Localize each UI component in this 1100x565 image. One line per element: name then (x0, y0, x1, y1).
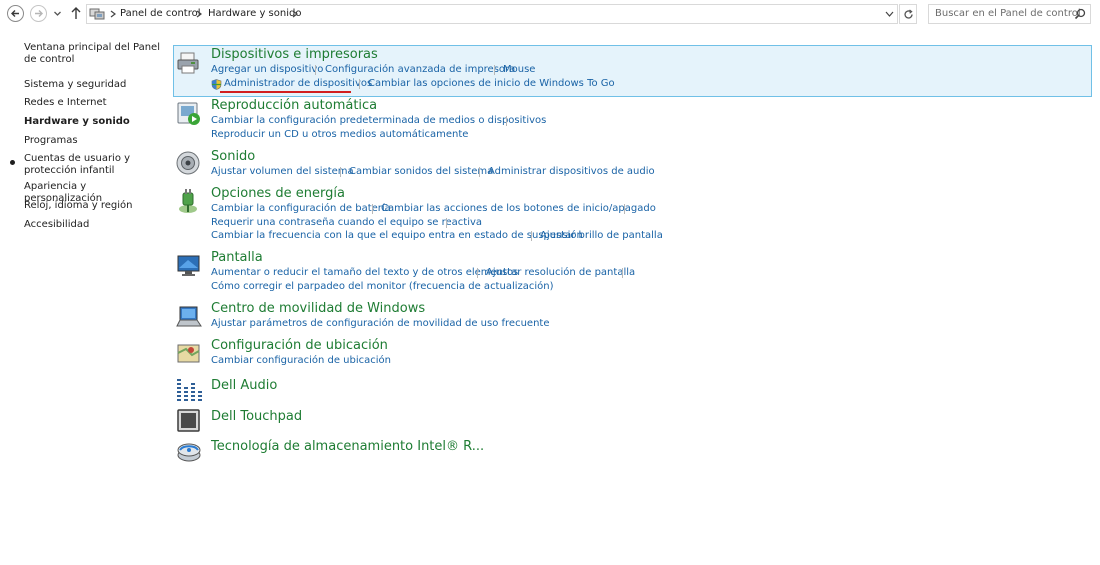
forward-arrow-icon (35, 10, 43, 17)
link-location-settings[interactable]: Cambiar configuración de ubicación (211, 355, 391, 366)
link-separator (340, 167, 341, 177)
link-monitor-flicker[interactable]: Cómo corregir el parpadeo del monitor (f… (211, 281, 554, 292)
back-arrow-icon (11, 10, 19, 17)
link-play-cd-auto[interactable]: Reproducir un CD u otros medios automáti… (211, 129, 468, 140)
address-toolbar: Panel de control Hardware y sonido Busca… (0, 0, 1100, 28)
category-title-location[interactable]: Configuración de ubicación (211, 338, 388, 353)
search-icon[interactable] (1074, 8, 1086, 20)
link-add-device[interactable]: Agregar un dispositivo (211, 64, 323, 75)
sidebar-item-user-accounts[interactable]: Cuentas de usuario y protección infantil (24, 153, 164, 177)
link-change-default-media[interactable]: Cambiar la configuración predeterminada … (211, 115, 546, 126)
link-change-system-sounds[interactable]: Cambiar sonidos del sistema (349, 166, 493, 177)
touchpad-icon[interactable] (176, 408, 202, 434)
audio-bars-icon[interactable] (176, 377, 202, 403)
link-separator (494, 65, 495, 75)
category-title-mobility[interactable]: Centro de movilidad de Windows (211, 301, 425, 316)
link-separator (446, 218, 447, 228)
link-separator (372, 204, 373, 214)
category-title-sound[interactable]: Sonido (211, 149, 255, 164)
refresh-button[interactable] (899, 4, 917, 24)
address-bar[interactable]: Panel de control Hardware y sonido (86, 4, 898, 24)
autoplay-icon[interactable] (176, 101, 202, 127)
link-device-manager[interactable]: Administrador de dispositivos (224, 78, 372, 89)
link-sleep-frequency[interactable]: Cambiar la frecuencia con la que el equi… (211, 230, 583, 241)
sidebar-item-network[interactable]: Redes e Internet (24, 97, 164, 109)
link-mobility-settings[interactable]: Ajustar parámetros de configuración de m… (211, 318, 549, 329)
mobility-laptop-icon[interactable] (176, 304, 202, 330)
link-separator (622, 268, 623, 278)
location-icon[interactable] (176, 341, 202, 367)
link-mouse[interactable]: Mouse (503, 64, 535, 75)
link-screen-resolution[interactable]: Ajustar resolución de pantalla (486, 267, 635, 278)
monitor-icon[interactable] (176, 253, 202, 279)
power-plug-icon[interactable] (176, 189, 202, 215)
sidebar-item-system-security[interactable]: Sistema y seguridad (24, 79, 164, 91)
search-input[interactable]: Buscar en el Panel de control (928, 4, 1091, 24)
category-title-dell-audio[interactable]: Dell Audio (211, 378, 277, 393)
category-title-display[interactable]: Pantalla (211, 250, 263, 265)
link-require-password[interactable]: Requerir una contraseña cuando el equipo… (211, 217, 482, 228)
link-screen-brightness[interactable]: Ajustar brillo de pantalla (540, 230, 663, 241)
link-separator (531, 231, 532, 241)
category-title-power[interactable]: Opciones de energía (211, 186, 345, 201)
uac-shield-icon (211, 79, 222, 90)
link-separator (477, 268, 478, 278)
link-separator (624, 204, 625, 214)
back-button[interactable] (7, 5, 24, 22)
search-placeholder: Buscar en el Panel de control (935, 8, 1081, 19)
address-dropdown-icon[interactable] (885, 10, 894, 18)
intel-storage-icon[interactable] (176, 439, 202, 465)
link-separator (359, 79, 360, 89)
forward-button[interactable] (30, 5, 47, 22)
current-section-bullet (10, 160, 15, 165)
refresh-icon (903, 9, 913, 19)
breadcrumb-hardware-sound[interactable]: Hardware y sonido (208, 8, 301, 19)
category-title-intel-storage[interactable]: Tecnología de almacenamiento Intel® R... (211, 439, 484, 454)
link-text-size[interactable]: Aumentar o reducir el tamaño del texto y… (211, 267, 518, 278)
breadcrumb-separator-icon[interactable] (291, 9, 299, 19)
control-panel-icon (89, 8, 105, 20)
up-arrow-icon[interactable] (70, 6, 82, 20)
link-separator (506, 116, 507, 126)
sidebar-item-hardware-sound[interactable]: Hardware y sonido (24, 116, 164, 128)
annotation-underline (220, 91, 351, 93)
link-separator (479, 167, 480, 177)
link-windows-to-go[interactable]: Cambiar las opciones de inicio de Window… (368, 78, 615, 89)
printer-icon[interactable] (176, 50, 202, 76)
recent-locations-chevron-icon[interactable] (53, 9, 62, 18)
category-title-devices[interactable]: Dispositivos e impresoras (211, 47, 378, 62)
sidebar-item-accessibility[interactable]: Accesibilidad (24, 219, 164, 231)
link-power-buttons[interactable]: Cambiar las acciones de los botones de i… (381, 203, 656, 214)
category-title-dell-touchpad[interactable]: Dell Touchpad (211, 409, 302, 424)
speaker-icon[interactable] (176, 150, 202, 176)
category-title-autoplay[interactable]: Reproducción automática (211, 98, 377, 113)
sidebar-item-clock-language[interactable]: Reloj, idioma y región (24, 200, 164, 212)
sidebar-item-programs[interactable]: Programas (24, 135, 164, 147)
sidebar-item-home[interactable]: Ventana principal del Panel de control (24, 42, 164, 66)
link-battery-settings[interactable]: Cambiar la configuración de batería (211, 203, 391, 214)
breadcrumb-separator-icon[interactable] (195, 9, 203, 19)
link-advanced-printer-setup[interactable]: Configuración avanzada de impresora (325, 64, 515, 75)
link-separator (315, 65, 316, 75)
link-manage-audio-devices[interactable]: Administrar dispositivos de audio (488, 166, 655, 177)
breadcrumb-separator-icon[interactable] (109, 9, 117, 19)
breadcrumb-control-panel[interactable]: Panel de control (120, 8, 201, 19)
link-adjust-volume[interactable]: Ajustar volumen del sistema (211, 166, 354, 177)
